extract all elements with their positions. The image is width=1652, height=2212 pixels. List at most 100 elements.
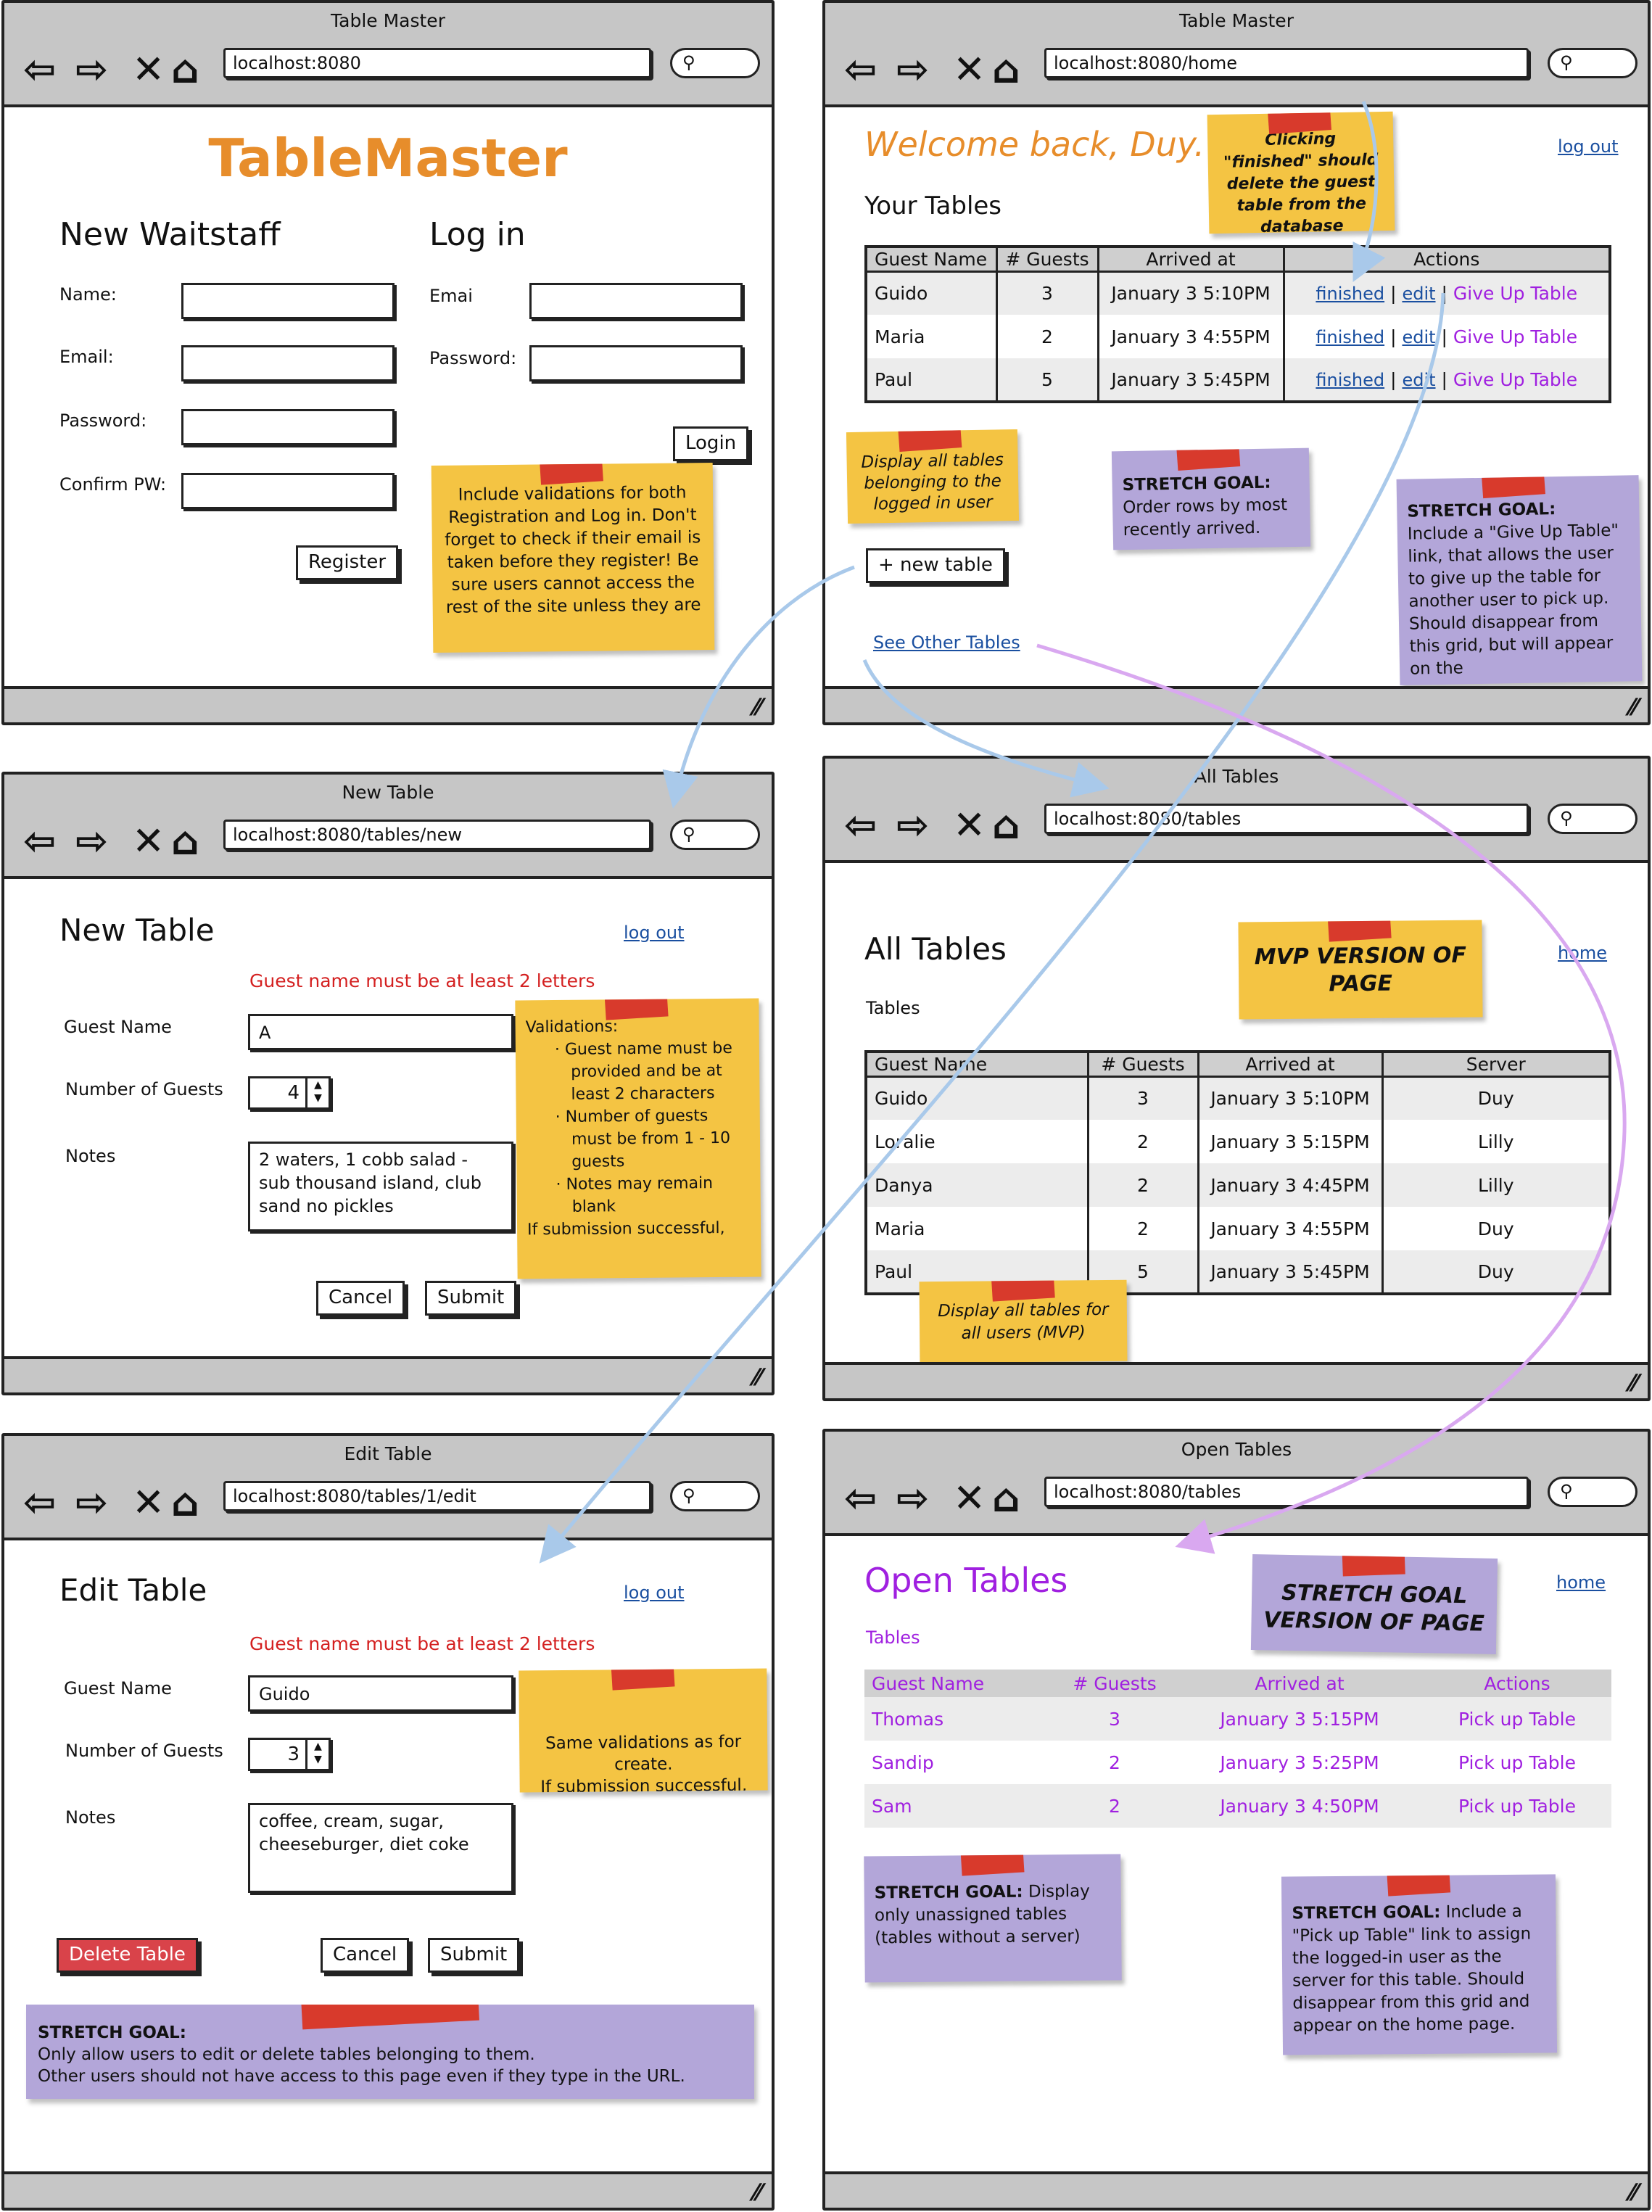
forward-arrow-icon[interactable]: ⇨ — [896, 48, 929, 91]
notes-textarea[interactable]: coffee, cream, sugar, cheeseburger, diet… — [248, 1803, 513, 1893]
home-icon[interactable]: ⌂ — [992, 804, 1020, 847]
resize-grip-icon[interactable]: ⁄⁄ — [1630, 2179, 1637, 2206]
submit-button[interactable]: Submit — [425, 1281, 517, 1316]
back-arrow-icon[interactable]: ⇦ — [23, 1481, 56, 1524]
address-bar[interactable]: localhost:8080/tables — [1044, 804, 1529, 834]
edit-link[interactable]: edit — [1402, 327, 1435, 347]
separator: | — [1390, 283, 1397, 305]
home-link[interactable]: home — [1556, 1572, 1606, 1593]
guest-name-label: Guest Name — [64, 1017, 172, 1037]
pick-up-table-link[interactable]: Pick up Table — [1423, 1741, 1611, 1784]
stop-x-icon[interactable]: ✕ — [953, 1477, 986, 1520]
search-field[interactable]: ⚲ — [1548, 804, 1637, 834]
col-arrived: Arrived at — [1098, 247, 1285, 273]
give-up-table-link[interactable]: Give Up Table — [1453, 326, 1577, 347]
pick-up-table-link[interactable]: Pick up Table — [1423, 1697, 1611, 1741]
home-link[interactable]: home — [1558, 943, 1607, 963]
stop-x-icon[interactable]: ✕ — [132, 820, 165, 863]
cell-guest-name: Danya — [866, 1163, 1089, 1207]
tape — [1342, 1554, 1405, 1577]
logout-link[interactable]: log out — [1558, 136, 1619, 157]
logout-link[interactable]: log out — [624, 923, 685, 943]
pick-up-table-link[interactable]: Pick up Table — [1423, 1784, 1611, 1828]
cell-guests: 3 — [1053, 1697, 1176, 1741]
password-input[interactable] — [181, 409, 395, 445]
login-password-input[interactable] — [529, 345, 743, 381]
cancel-button[interactable]: Cancel — [316, 1281, 405, 1316]
edit-link[interactable]: edit — [1402, 370, 1435, 390]
col-guest-name: Guest Name — [866, 1052, 1089, 1078]
name-input[interactable] — [181, 283, 395, 319]
forward-arrow-icon[interactable]: ⇨ — [75, 1481, 108, 1524]
home-icon[interactable]: ⌂ — [992, 48, 1020, 91]
back-arrow-icon[interactable]: ⇦ — [844, 804, 877, 847]
back-arrow-icon[interactable]: ⇦ — [23, 820, 56, 863]
forward-arrow-icon[interactable]: ⇨ — [896, 1477, 929, 1520]
home-icon[interactable]: ⌂ — [171, 48, 199, 91]
stepper-arrows-icon[interactable]: ▲ ▼ — [305, 1078, 329, 1107]
confirm-password-input[interactable] — [181, 473, 395, 509]
login-email-input[interactable] — [529, 283, 743, 319]
email-input[interactable] — [181, 345, 395, 381]
address-bar[interactable]: localhost:8080/tables/new — [223, 820, 651, 850]
finished-link[interactable]: finished — [1316, 284, 1384, 304]
resize-grip-icon[interactable]: ⁄⁄ — [753, 1363, 761, 1391]
stop-x-icon[interactable]: ✕ — [132, 48, 165, 91]
num-guests-stepper[interactable]: 3 ▲ ▼ — [248, 1738, 331, 1771]
cell-actions: finished | edit | Give Up Table — [1284, 315, 1610, 358]
forward-arrow-icon[interactable]: ⇨ — [75, 820, 108, 863]
page-title: New Table — [59, 912, 215, 948]
address-bar[interactable]: localhost:8080 — [223, 48, 651, 78]
delete-table-button[interactable]: Delete Table — [57, 1938, 198, 1973]
cell-guest-name: Paul — [866, 358, 998, 402]
logout-link[interactable]: log out — [624, 1582, 685, 1603]
back-arrow-icon[interactable]: ⇦ — [23, 48, 56, 91]
notes-textarea[interactable]: 2 waters, 1 cobb salad - sub thousand is… — [248, 1142, 513, 1231]
stepper-arrows-icon[interactable]: ▲ ▼ — [305, 1740, 329, 1769]
login-button[interactable]: Login — [673, 426, 749, 461]
finished-link[interactable]: finished — [1316, 370, 1384, 390]
home-icon[interactable]: ⌂ — [171, 820, 199, 863]
sticky-note-give-up: STRETCH GOAL: Include a "Give Up Table" … — [1396, 475, 1643, 685]
back-arrow-icon[interactable]: ⇦ — [844, 48, 877, 91]
search-field[interactable]: ⚲ — [670, 1481, 760, 1511]
address-bar[interactable]: localhost:8080/tables — [1044, 1477, 1529, 1507]
forward-arrow-icon[interactable]: ⇨ — [75, 48, 108, 91]
cancel-button[interactable]: Cancel — [321, 1938, 410, 1973]
resize-grip-icon[interactable]: ⁄⁄ — [1630, 1369, 1637, 1397]
browser-toolbar: ⇦ ⇨ ✕ ⌂ localhost:8080/tables ⚲ — [825, 793, 1648, 863]
search-field[interactable]: ⚲ — [1548, 1477, 1637, 1507]
home-icon[interactable]: ⌂ — [992, 1477, 1020, 1520]
stop-x-icon[interactable]: ✕ — [132, 1481, 165, 1524]
resize-grip-icon[interactable]: ⁄⁄ — [1630, 693, 1637, 721]
see-other-tables-link[interactable]: See Other Tables — [873, 632, 1020, 653]
search-field[interactable]: ⚲ — [1548, 48, 1637, 78]
tables-subheading: Tables — [866, 998, 920, 1018]
address-bar[interactable]: localhost:8080/tables/1/edit — [223, 1481, 651, 1511]
submit-button[interactable]: Submit — [428, 1938, 520, 1973]
new-table-button[interactable]: + new table — [866, 548, 1005, 583]
sticky-note-unassigned: STRETCH GOAL: Display only unassigned ta… — [864, 1854, 1122, 1983]
finished-link[interactable]: finished — [1316, 327, 1384, 347]
resize-grip-icon[interactable]: ⁄⁄ — [753, 693, 761, 721]
home-icon[interactable]: ⌂ — [171, 1481, 199, 1524]
back-arrow-icon[interactable]: ⇦ — [844, 1477, 877, 1520]
forward-arrow-icon[interactable]: ⇨ — [896, 804, 929, 847]
stop-x-icon[interactable]: ✕ — [953, 48, 986, 91]
cell-actions: finished | edit | Give Up Table — [1284, 271, 1610, 315]
give-up-table-link[interactable]: Give Up Table — [1453, 283, 1577, 304]
search-field[interactable]: ⚲ — [670, 820, 760, 850]
stop-x-icon[interactable]: ✕ — [953, 804, 986, 847]
guest-name-input[interactable]: A — [248, 1014, 513, 1050]
register-button[interactable]: Register — [296, 545, 399, 580]
email-label: Email: — [59, 347, 114, 367]
give-up-table-link[interactable]: Give Up Table — [1453, 369, 1577, 390]
window-title: All Tables — [825, 759, 1648, 793]
address-bar[interactable]: localhost:8080/home — [1044, 48, 1529, 78]
resize-grip-icon[interactable]: ⁄⁄ — [753, 2179, 761, 2206]
sticky-note-finished: Clicking "finished" should delete the gu… — [1207, 111, 1395, 234]
guest-name-input[interactable]: Guido — [248, 1675, 513, 1712]
search-field[interactable]: ⚲ — [670, 48, 760, 78]
edit-link[interactable]: edit — [1402, 284, 1435, 304]
num-guests-stepper[interactable]: 4 ▲ ▼ — [248, 1076, 331, 1110]
